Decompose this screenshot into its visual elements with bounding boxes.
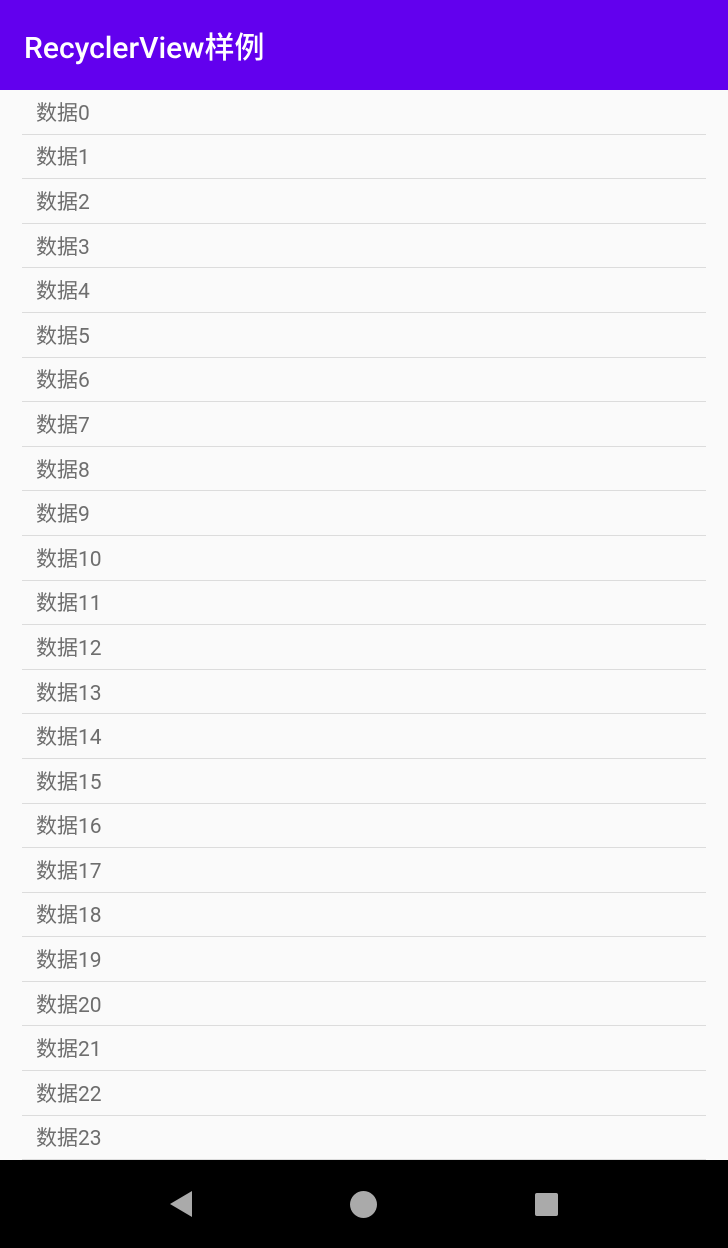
list-item-label: 数据7 (36, 409, 90, 439)
list-item[interactable]: 数据4 (22, 268, 706, 313)
list-item[interactable]: 数据18 (22, 893, 706, 938)
list-item-label: 数据19 (36, 944, 102, 974)
list-item-label: 数据23 (36, 1122, 102, 1152)
app-bar-title: RecyclerView样例 (24, 23, 264, 67)
list-item[interactable]: 数据6 (22, 358, 706, 403)
nav-home-button[interactable] (344, 1184, 384, 1224)
list-item[interactable]: 数据19 (22, 937, 706, 982)
list-item[interactable]: 数据22 (22, 1071, 706, 1116)
list-item[interactable]: 数据12 (22, 625, 706, 670)
nav-recent-button[interactable] (527, 1184, 567, 1224)
list-item-label: 数据15 (36, 766, 102, 796)
list-item-label: 数据1 (36, 141, 90, 171)
list-item[interactable]: 数据17 (22, 848, 706, 893)
list-item-label: 数据6 (36, 364, 90, 394)
list-item-label: 数据9 (36, 498, 90, 528)
list-item[interactable]: 数据1 (22, 135, 706, 180)
list-item-label: 数据18 (36, 899, 102, 929)
home-icon (350, 1191, 377, 1218)
list-item[interactable]: 数据14 (22, 714, 706, 759)
list-item[interactable]: 数据16 (22, 804, 706, 849)
list-item[interactable]: 数据2 (22, 179, 706, 224)
list-item[interactable]: 数据21 (22, 1026, 706, 1071)
list-item[interactable]: 数据9 (22, 491, 706, 536)
list-item-label: 数据16 (36, 810, 102, 840)
list-item-label: 数据5 (36, 320, 90, 350)
list-item-label: 数据8 (36, 454, 90, 484)
recycler-view[interactable]: 数据0 数据1 数据2 数据3 数据4 数据5 数据6 数据7 数据8 数据9 数据10 数据11 数据… (0, 90, 728, 1160)
list-item-label: 数据13 (36, 677, 102, 707)
list-item-label: 数据21 (36, 1033, 102, 1063)
navigation-bar (0, 1160, 728, 1248)
list-item[interactable]: 数据15 (22, 759, 706, 804)
list-item[interactable]: 数据0 (22, 90, 706, 135)
list-item-label: 数据12 (36, 632, 102, 662)
list-item[interactable]: 数据5 (22, 313, 706, 358)
list-item[interactable]: 数据7 (22, 402, 706, 447)
list-item-label: 数据10 (36, 543, 102, 573)
list-item-label: 数据0 (36, 97, 90, 127)
back-icon (170, 1191, 192, 1217)
list-item[interactable]: 数据11 (22, 581, 706, 626)
list-item-label: 数据2 (36, 186, 90, 216)
list-item[interactable]: 数据10 (22, 536, 706, 581)
recent-icon (535, 1193, 558, 1216)
list-item-label: 数据3 (36, 231, 90, 261)
list-item-label: 数据14 (36, 721, 102, 751)
list-item-label: 数据22 (36, 1078, 102, 1108)
list-item-label: 数据17 (36, 855, 102, 885)
list-item-label: 数据20 (36, 989, 102, 1019)
list-item[interactable]: 数据23 (22, 1116, 706, 1160)
list-item[interactable]: 数据3 (22, 224, 706, 269)
list-item[interactable]: 数据20 (22, 982, 706, 1027)
list-item-label: 数据4 (36, 275, 90, 305)
list-item[interactable]: 数据8 (22, 447, 706, 492)
nav-back-button[interactable] (161, 1184, 201, 1224)
app-bar: RecyclerView样例 (0, 0, 728, 90)
list-item-label: 数据11 (36, 587, 102, 617)
list-item[interactable]: 数据13 (22, 670, 706, 715)
